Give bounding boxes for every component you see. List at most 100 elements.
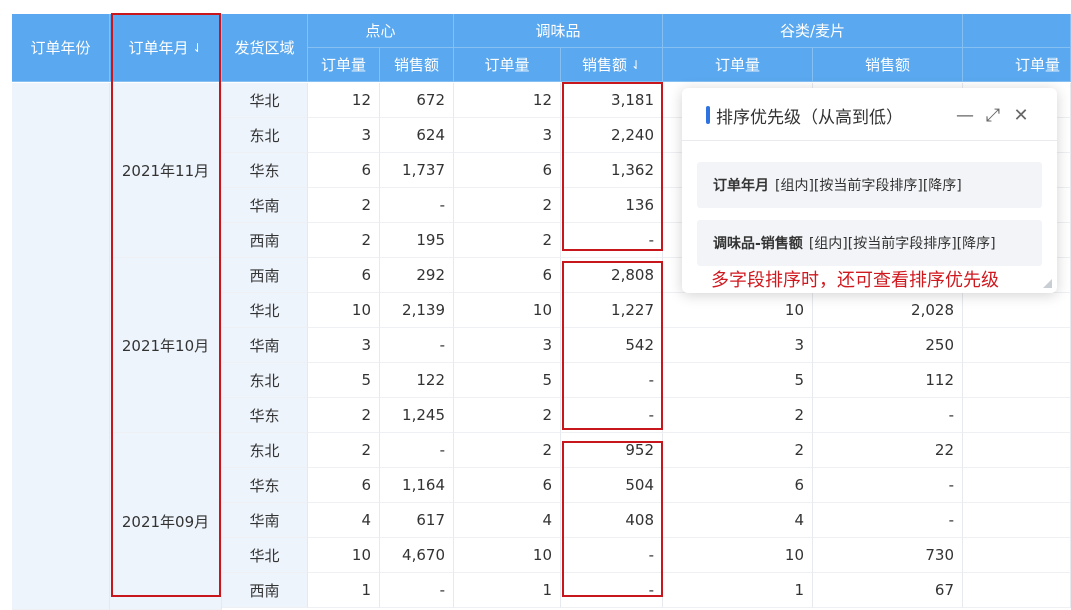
cell-gulei-qty: 10 (663, 538, 813, 573)
cell-dianxin-qty: 6 (308, 258, 380, 293)
cell-dianxin-qty: 2 (308, 223, 380, 258)
cell-region: 东北 (222, 118, 308, 153)
cell-next-column (963, 503, 1071, 538)
header-region[interactable]: 发货区域 (222, 14, 308, 82)
cell-tiaoweipin-qty: 6 (454, 258, 561, 293)
priority-field: 调味品-销售额 (713, 236, 803, 252)
cell-dianxin-qty: 2 (308, 433, 380, 468)
cell-gulei-sales: - (813, 468, 963, 503)
cell-gulei-sales: 22 (813, 433, 963, 468)
cell-order-month: 2021年10月 (110, 258, 222, 433)
cell-dianxin-qty: 10 (308, 538, 380, 573)
header-dianxin-qty[interactable]: 订单量 (308, 48, 380, 82)
cell-dianxin-sales: 1,737 (380, 153, 454, 188)
cell-tiaoweipin-sales: 1,227 (561, 293, 663, 328)
cell-tiaoweipin-sales: 3,181 (561, 83, 663, 118)
header-order-month-label: 订单年月 (128, 39, 189, 57)
cell-tiaoweipin-sales: 504 (561, 468, 663, 503)
cell-tiaoweipin-sales: 542 (561, 328, 663, 363)
cell-region: 西南 (222, 573, 308, 608)
cell-next-column (963, 328, 1071, 363)
header-order-year[interactable]: 订单年份 (12, 14, 110, 82)
cell-dianxin-sales: 195 (380, 223, 454, 258)
cell-tiaoweipin-qty: 12 (454, 83, 561, 118)
cell-next-column (963, 468, 1071, 503)
cell-dianxin-qty: 5 (308, 363, 380, 398)
header-gulei-qty[interactable]: 订单量 (663, 48, 813, 82)
cell-gulei-qty: 2 (663, 433, 813, 468)
header-order-month[interactable]: 订单年月 ⇃ (110, 14, 222, 82)
header-dianxin-sales[interactable]: 销售额 (380, 48, 454, 82)
header-gulei-sales[interactable]: 销售额 (813, 48, 963, 82)
close-icon[interactable]: ✕ (1010, 102, 1032, 128)
cell-dianxin-sales: 672 (380, 83, 454, 118)
expand-icon[interactable]: ⤢ (982, 102, 1004, 128)
cell-region: 华东 (222, 468, 308, 503)
cell-dianxin-sales: 1,245 (380, 398, 454, 433)
header-next-qty[interactable]: 订单量 (963, 48, 1071, 82)
cell-tiaoweipin-sales: 952 (561, 433, 663, 468)
cell-gulei-qty: 2 (663, 398, 813, 433)
priority-detail: [组内][按当前字段排序][降序] (808, 236, 996, 252)
cell-gulei-sales: 730 (813, 538, 963, 573)
cell-tiaoweipin-qty: 1 (454, 573, 561, 608)
cell-dianxin-sales: 1,164 (380, 468, 454, 503)
cell-dianxin-qty: 3 (308, 328, 380, 363)
cell-order-month: 2021年09月 (110, 433, 222, 610)
priority-detail: [组内][按当前字段排序][降序] (775, 178, 962, 194)
cell-tiaoweipin-qty: 6 (454, 468, 561, 503)
cell-dianxin-qty: 4 (308, 503, 380, 538)
cell-next-column (963, 573, 1071, 608)
cell-tiaoweipin-sales: 1,362 (561, 153, 663, 188)
cell-next-column (963, 538, 1071, 573)
title-accent-bar (706, 106, 710, 124)
cell-region: 东北 (222, 363, 308, 398)
cell-tiaoweipin-sales: - (561, 223, 663, 258)
cell-tiaoweipin-sales: 2,240 (561, 118, 663, 153)
cell-region: 华南 (222, 188, 308, 223)
header-tiaoweipin-qty[interactable]: 订单量 (454, 48, 561, 82)
cell-dianxin-qty: 12 (308, 83, 380, 118)
cell-dianxin-sales: 624 (380, 118, 454, 153)
cell-region: 华东 (222, 398, 308, 433)
cell-gulei-qty: 4 (663, 503, 813, 538)
cell-gulei-sales: 250 (813, 328, 963, 363)
panel-title: 排序优先级（从高到低） (706, 102, 903, 128)
cell-dianxin-qty: 3 (308, 118, 380, 153)
cell-tiaoweipin-sales: 408 (561, 503, 663, 538)
cell-gulei-sales: - (813, 503, 963, 538)
sort-desc-icon[interactable]: ⇃ (631, 58, 641, 72)
cell-gulei-qty: 3 (663, 328, 813, 363)
cell-gulei-sales: 2,028 (813, 293, 963, 328)
cell-gulei-sales: - (813, 398, 963, 433)
cell-dianxin-sales: - (380, 328, 454, 363)
cell-next-column (963, 293, 1071, 328)
cell-region: 西南 (222, 223, 308, 258)
priority-item[interactable]: 订单年月 [组内][按当前字段排序][降序] (697, 162, 1042, 208)
minimize-icon[interactable]: — (954, 102, 976, 128)
header-group-tiaoweipin: 调味品 (454, 14, 663, 48)
cell-dianxin-qty: 2 (308, 188, 380, 223)
cell-tiaoweipin-sales: - (561, 573, 663, 608)
cell-tiaoweipin-qty: 5 (454, 363, 561, 398)
cell-next-column (963, 398, 1071, 433)
cell-tiaoweipin-qty: 4 (454, 503, 561, 538)
cell-dianxin-qty: 6 (308, 468, 380, 503)
cell-tiaoweipin-sales: - (561, 398, 663, 433)
panel-title-text: 排序优先级（从高到低） (716, 107, 903, 128)
cell-region: 华北 (222, 293, 308, 328)
cell-tiaoweipin-qty: 3 (454, 118, 561, 153)
cell-region: 华北 (222, 83, 308, 118)
priority-item[interactable]: 调味品-销售额 [组内][按当前字段排序][降序] (697, 220, 1042, 266)
cell-tiaoweipin-sales: 136 (561, 188, 663, 223)
cell-order-month: 2021年11月 (110, 83, 222, 258)
header-tiaoweipin-sales[interactable]: 销售额 ⇃ (561, 48, 663, 82)
priority-field: 订单年月 (713, 178, 769, 194)
cell-region: 西南 (222, 258, 308, 293)
resize-handle-icon[interactable] (1043, 279, 1052, 288)
sort-desc-icon[interactable]: ⇃ (192, 41, 202, 55)
header-group-gulei: 谷类/麦片 (663, 14, 963, 48)
cell-dianxin-sales: - (380, 188, 454, 223)
cell-dianxin-qty: 10 (308, 293, 380, 328)
cell-region: 华南 (222, 328, 308, 363)
